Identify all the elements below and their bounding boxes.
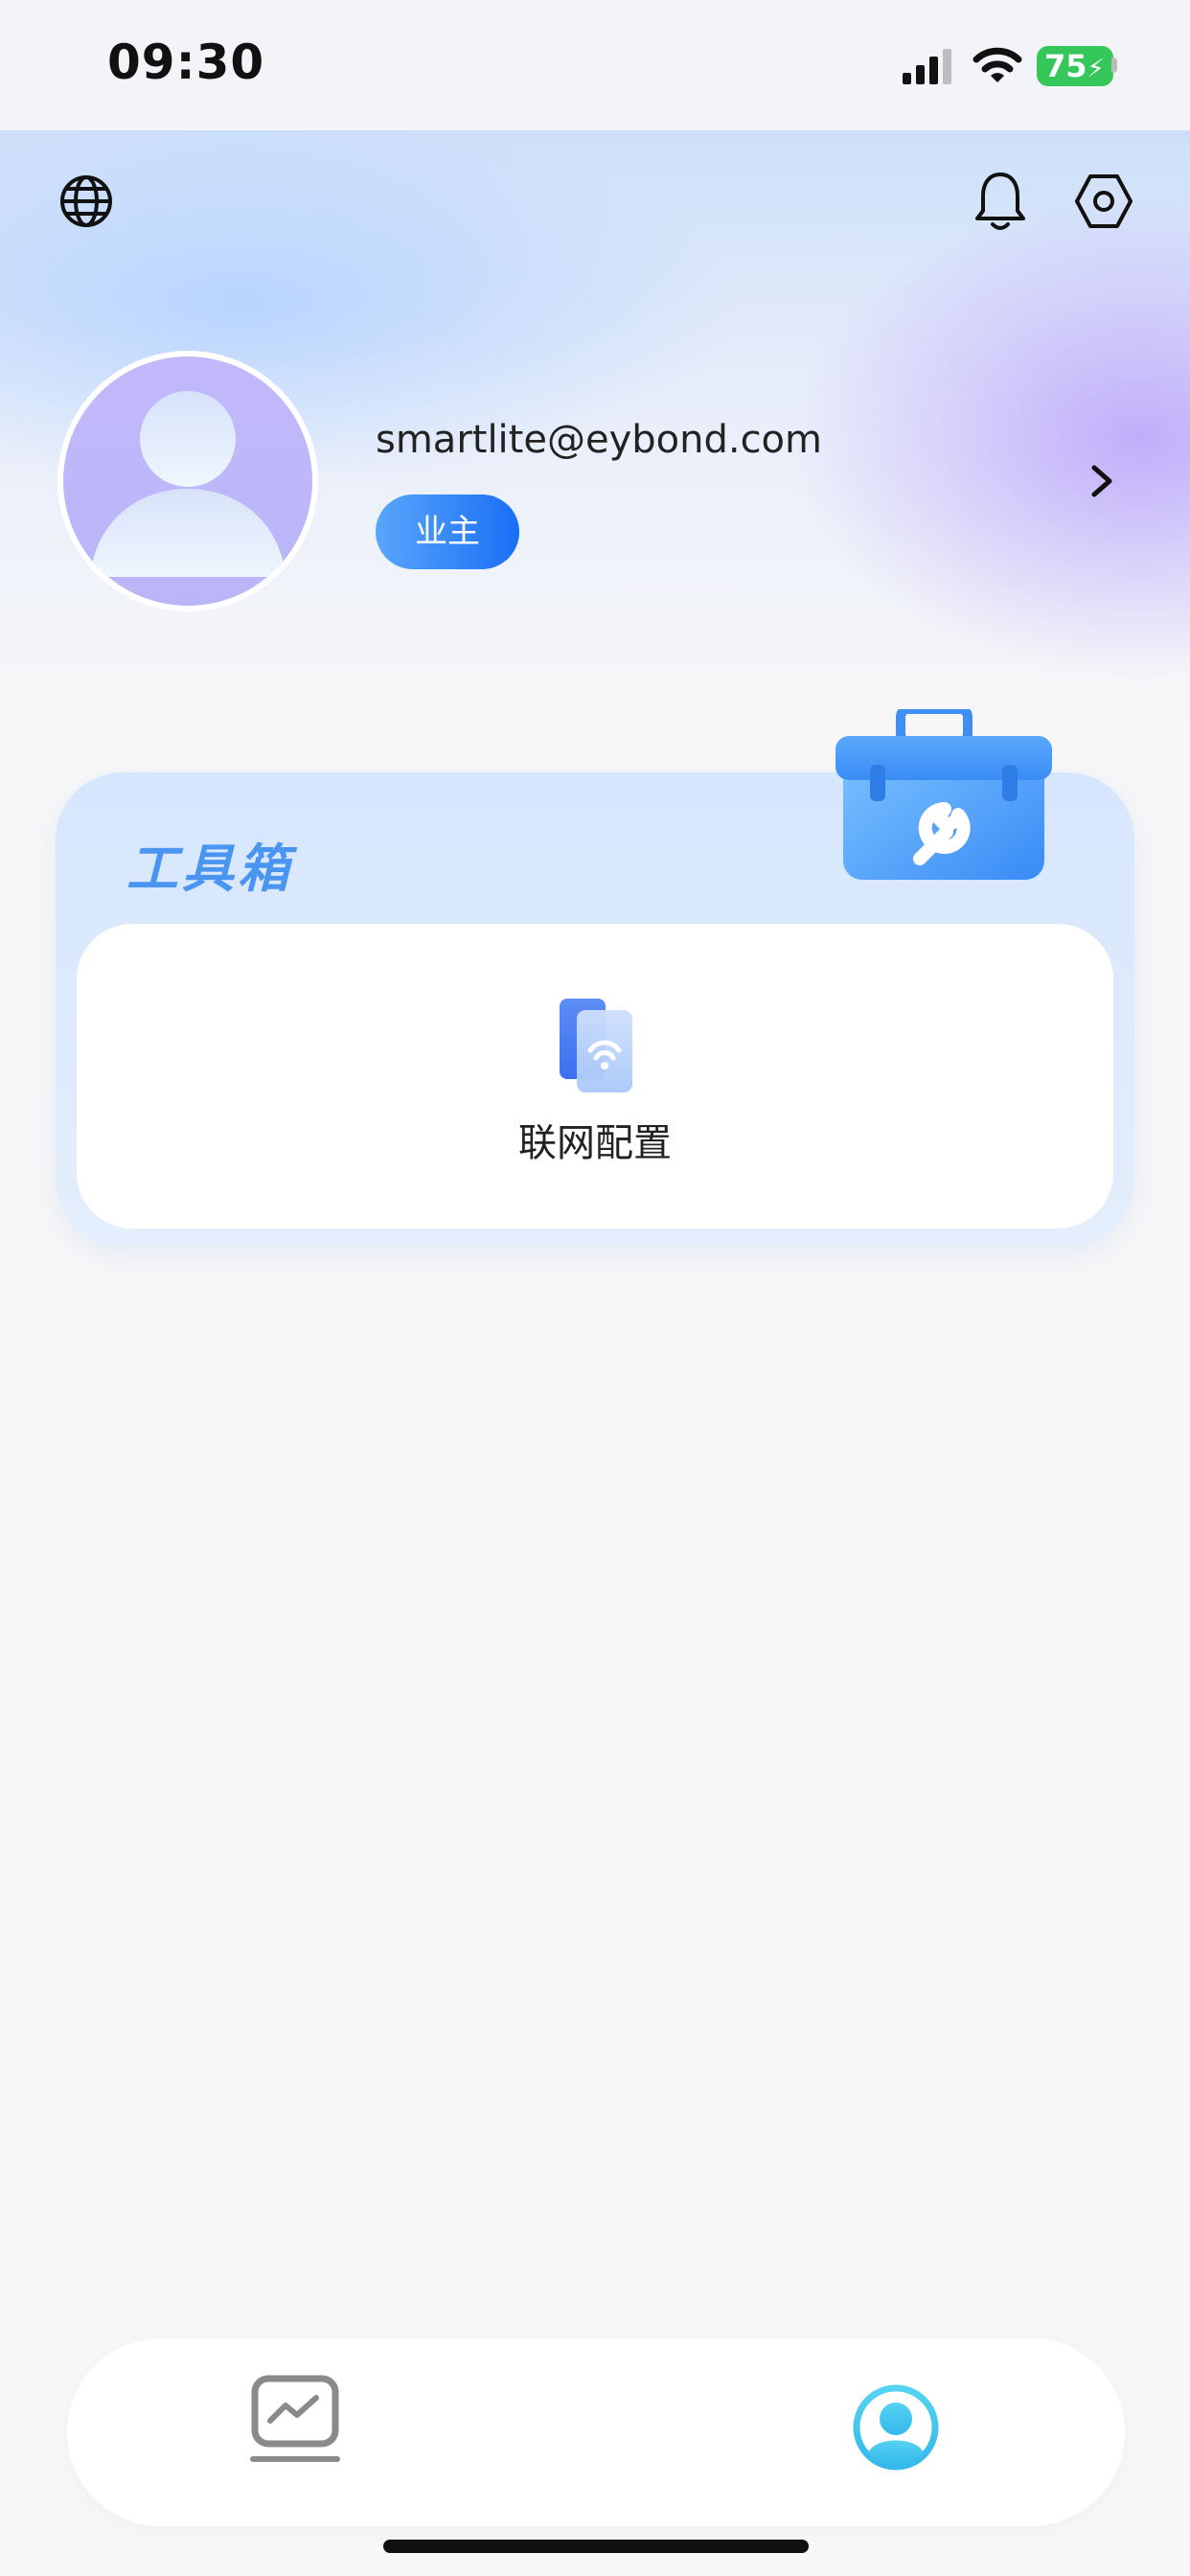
user-silhouette-icon	[90, 391, 286, 577]
home-indicator	[383, 2540, 809, 2553]
wifi-icon	[973, 47, 1022, 82]
bottom-tabbar	[67, 2338, 1125, 2526]
chart-icon[interactable]	[247, 2375, 343, 2467]
bell-icon	[975, 172, 1025, 230]
toolbox-title: 工具箱	[126, 839, 293, 899]
role-badge: 业主	[376, 494, 519, 569]
user-icon[interactable]	[853, 2384, 939, 2471]
hexagon-settings-icon	[1075, 174, 1133, 228]
chevron-right-icon[interactable]	[1083, 450, 1121, 512]
settings-button[interactable]	[1069, 167, 1138, 236]
globe-icon	[60, 175, 112, 227]
avatar-image	[63, 356, 312, 606]
language-button[interactable]	[52, 167, 121, 236]
toolbox-icon	[835, 709, 1052, 880]
status-time: 09:30	[107, 34, 265, 90]
battery-indicator: 75⚡	[1037, 46, 1113, 86]
avatar[interactable]	[57, 351, 318, 611]
cellular-signal-icon	[903, 49, 951, 84]
charging-bolt-icon: ⚡	[1087, 55, 1105, 83]
network-config-label: 联网配置	[518, 1121, 672, 1165]
battery-level: 75	[1044, 48, 1087, 84]
notifications-button[interactable]	[966, 167, 1035, 236]
account-email: smartlite@eybond.com	[376, 418, 822, 462]
battery-tip	[1111, 58, 1117, 73]
network-config-icon	[560, 999, 632, 1092]
